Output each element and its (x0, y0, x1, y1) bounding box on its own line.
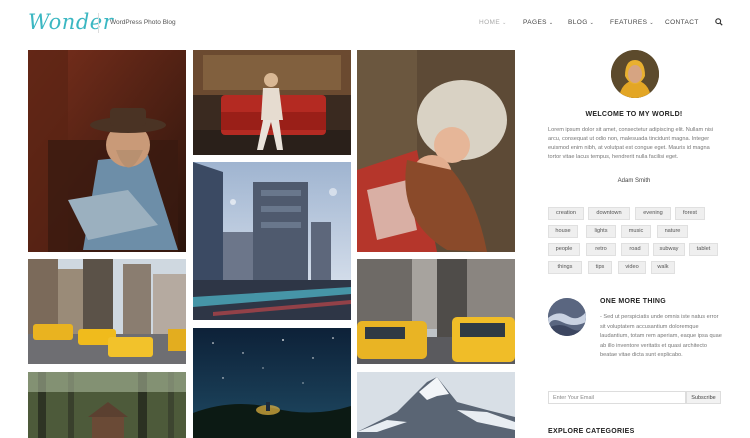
tag-item[interactable]: video (618, 261, 646, 274)
tag-item[interactable]: lights (586, 225, 616, 238)
site-header: Wonder WordPress Photo Blog HOME ⌄ PAGES ⌄… (0, 0, 750, 46)
nav-item-home[interactable]: HOME ⌄ (479, 19, 507, 26)
tag-item[interactable]: walk (651, 261, 675, 274)
subscribe-button[interactable]: Subscribe (686, 391, 721, 404)
tag-item[interactable]: downtown (588, 207, 630, 220)
chevron-down-icon: ⌄ (649, 20, 654, 26)
photo-image (193, 50, 351, 155)
tag-item[interactable]: nature (657, 225, 688, 238)
photo-couple-kiss[interactable] (357, 50, 515, 252)
main-nav: HOME ⌄ PAGES ⌄ BLOG ⌄ FEATURES ⌄ CONTACT (0, 19, 750, 29)
newsletter-email-input[interactable] (548, 391, 686, 404)
photo-image (357, 372, 515, 438)
featured-post-thumbnail[interactable] (548, 298, 586, 336)
explore-categories-title: EXPLORE CATEGORIES (548, 428, 635, 435)
photo-woman-red-sofa[interactable] (193, 50, 351, 155)
tag-item[interactable]: tablet (689, 243, 718, 256)
photo-image (193, 162, 351, 320)
featured-post-excerpt: - Sed ut perspiciatis unde omnis iste na… (600, 314, 722, 358)
tag-item[interactable]: things (548, 261, 582, 274)
photo-man-in-hat[interactable] (28, 50, 186, 252)
chevron-down-icon: ⌄ (589, 20, 595, 26)
tag-item[interactable]: tips (588, 261, 612, 274)
photo-city-night-street[interactable] (193, 162, 351, 320)
nav-item-blog[interactable]: BLOG ⌄ (568, 19, 594, 26)
tag-item[interactable]: evening (635, 207, 671, 220)
nav-item-features[interactable]: FEATURES ⌄ (610, 19, 654, 26)
tag-item[interactable]: road (621, 243, 649, 256)
photo-city-taxis[interactable] (28, 259, 186, 364)
search-icon[interactable] (715, 18, 723, 26)
chevron-down-icon: ⌄ (548, 20, 554, 26)
thumbnail-image (548, 298, 586, 336)
tag-item[interactable]: forest (675, 207, 705, 220)
tag-item[interactable]: house (548, 225, 578, 238)
tag-item[interactable]: people (548, 243, 580, 256)
author-signature: Adam Smith (617, 178, 651, 184)
photo-mountain-peak[interactable] (357, 372, 515, 438)
photo-image (193, 328, 351, 438)
tag-item[interactable]: retro (586, 243, 616, 256)
nav-item-pages[interactable]: PAGES ⌄ (523, 19, 554, 26)
photo-image (357, 259, 515, 364)
tag-item[interactable]: subway (653, 243, 685, 256)
featured-post-title[interactable]: ONE MORE THING (600, 298, 666, 305)
photo-image (28, 259, 186, 364)
chevron-down-icon: ⌄ (502, 20, 507, 26)
photo-forest-cabin[interactable] (28, 372, 186, 438)
nav-item-contact[interactable]: CONTACT (665, 19, 699, 26)
photo-starry-night[interactable] (193, 328, 351, 438)
photo-image (357, 50, 515, 252)
avatar-image (611, 50, 659, 98)
photo-yellow-taxis-street[interactable] (357, 259, 515, 364)
photo-image (28, 372, 186, 438)
author-avatar (611, 50, 659, 98)
tag-item[interactable]: creation (548, 207, 584, 220)
tag-item[interactable]: music (621, 225, 651, 238)
photo-image (28, 50, 186, 252)
about-widget-title: WELCOME TO MY WORLD! (585, 111, 683, 118)
about-text: Lorem ipsum dolor sit amet, consectetur … (548, 127, 714, 160)
